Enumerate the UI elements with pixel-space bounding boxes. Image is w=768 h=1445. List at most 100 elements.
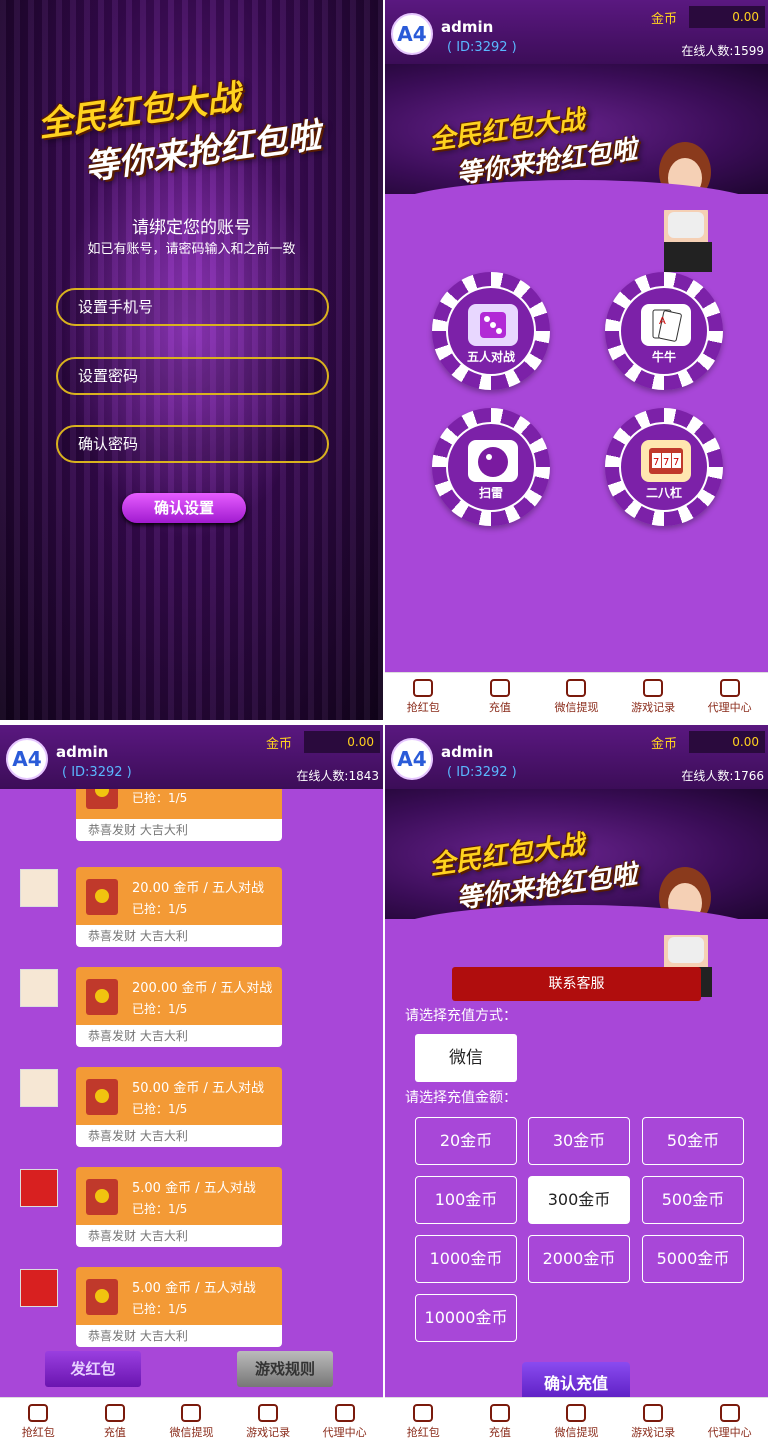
svg-text:7: 7 <box>653 457 659 468</box>
online-count: 在线人数:1843 <box>296 769 379 783</box>
nav-grab-redpacket[interactable]: 抢红包 <box>385 673 462 720</box>
nav-agent-center[interactable]: 代理中心 <box>306 1398 383 1445</box>
banner-logo: 全民红包大战 等你来抢红包啦 <box>427 104 640 190</box>
yen-ticket-icon <box>489 679 510 697</box>
send-redpacket-button[interactable]: 发红包 <box>45 1351 141 1387</box>
nav-grab-redpacket[interactable]: 抢红包 <box>385 1398 462 1445</box>
user-avatar <box>20 1069 58 1107</box>
nav-grab-redpacket[interactable]: 抢红包 <box>0 1398 77 1445</box>
bind-hint: 如已有账号，请密码输入和之前一致 <box>87 242 296 257</box>
bottom-nav: 抢红包 充值 微信提现 游戏记录 代理中心 <box>385 1397 768 1445</box>
grid-list-icon <box>643 1404 664 1422</box>
redpacket-item[interactable]: 5.00 金币 / 五人对战 已抢：1/5 恭喜发财 大吉大利 <box>76 1267 282 1347</box>
nav-game-records[interactable]: 游戏记录 <box>615 673 692 720</box>
username: admin <box>441 743 494 761</box>
grid-list-icon <box>258 1404 279 1422</box>
recharge-screen: A4 admin ( ID:3292 ) 金币 0.00 在线人数:1766 全… <box>385 725 768 1445</box>
amount-label: 请选择充值金额： <box>405 1090 517 1106</box>
game-tile-two-eight[interactable]: 777 二八杠 <box>605 408 723 526</box>
nav-recharge[interactable]: 充值 <box>462 673 539 720</box>
nav-agent-center[interactable]: 代理中心 <box>691 1398 768 1445</box>
redpacket-list-screen: 已抢：1/5 恭喜发财 大吉大利 20.00 金币 / 五人对战 已抢：1/5 恭… <box>0 725 383 1445</box>
crown-icon <box>334 1404 355 1422</box>
user-avatar <box>20 869 58 907</box>
redpacket-item[interactable]: 20.00 金币 / 五人对战 已抢：1/5 恭喜发财 大吉大利 <box>76 867 282 947</box>
online-count: 在线人数:1766 <box>681 769 764 783</box>
amount-option[interactable]: 1000金币 <box>415 1235 517 1283</box>
amount-option[interactable]: 100金币 <box>415 1176 517 1224</box>
contact-service-button[interactable]: 联系客服 <box>452 967 701 1001</box>
svg-text:7: 7 <box>663 457 669 468</box>
gift-box-icon <box>566 1404 587 1422</box>
redpacket-item[interactable]: 5.00 金币 / 五人对战 已抢：1/5 恭喜发财 大吉大利 <box>76 1167 282 1247</box>
bottom-nav: 抢红包 充值 微信提现 游戏记录 代理中心 <box>385 672 768 720</box>
password-field[interactable]: 设置密码 <box>56 357 329 395</box>
nav-wechat-withdraw[interactable]: 微信提现 <box>538 673 615 720</box>
money-bag-icon <box>413 1404 434 1422</box>
phone-field[interactable]: 设置手机号 <box>56 288 329 326</box>
amount-option[interactable]: 30金币 <box>528 1117 630 1165</box>
money-bag-icon <box>413 679 434 697</box>
amount-option[interactable]: 20金币 <box>415 1117 517 1165</box>
bind-account-screen: 全民红包大战 等你来抢红包啦 请绑定您的账号 如已有账号，请密码输入和之前一致 … <box>0 0 383 720</box>
nav-recharge[interactable]: 充值 <box>462 1398 539 1445</box>
svg-text:A: A <box>659 316 666 327</box>
banner-logo: 全民红包大战 等你来抢红包啦 <box>427 829 640 915</box>
yen-ticket-icon <box>489 1404 510 1422</box>
confirm-password-field[interactable]: 确认密码 <box>56 425 329 463</box>
coin-balance: 0.00 <box>304 731 380 753</box>
bind-title: 请绑定您的账号 <box>132 218 251 238</box>
game-lobby-screen: A4 admin ( ID:3292 ) 金币 0.00 在线人数:1599 全… <box>385 0 768 720</box>
nav-agent-center[interactable]: 代理中心 <box>691 673 768 720</box>
nav-wechat-withdraw[interactable]: 微信提现 <box>153 1398 230 1445</box>
game-tile-minesweeper[interactable]: 扫雷 <box>432 408 550 526</box>
coin-balance: 0.00 <box>689 6 765 28</box>
header-bar: A4 admin ( ID:3292 ) 金币 0.00 在线人数:1843 <box>0 725 383 789</box>
coin-label: 金币 <box>266 737 293 752</box>
gift-box-icon <box>566 679 587 697</box>
method-label: 请选择充值方式： <box>405 1008 517 1024</box>
crown-icon <box>719 679 740 697</box>
header-bar: A4 admin ( ID:3292 ) 金币 0.00 在线人数:1599 <box>385 0 768 64</box>
bottom-nav: 抢红包 充值 微信提现 游戏记录 代理中心 <box>0 1397 383 1445</box>
svg-text:7: 7 <box>673 457 679 468</box>
redpacket-item[interactable]: 200.00 金币 / 五人对战 已抢：1/5 恭喜发财 大吉大利 <box>76 967 282 1047</box>
redpacket-item[interactable]: 已抢：1/5 恭喜发财 大吉大利 <box>76 773 282 865</box>
bomb-ball-icon <box>468 440 518 482</box>
amount-option[interactable]: 10000金币 <box>415 1294 517 1342</box>
username: admin <box>56 743 109 761</box>
confirm-setup-button[interactable]: 确认设置 <box>122 493 246 523</box>
coin-label: 金币 <box>651 12 678 27</box>
promo-banner: 全民红包大战 等你来抢红包啦 <box>385 789 768 997</box>
slot-machine-icon: 777 <box>641 440 691 482</box>
user-avatar <box>20 1169 58 1207</box>
nav-wechat-withdraw[interactable]: 微信提现 <box>538 1398 615 1445</box>
amount-option-selected[interactable]: 300金币 <box>528 1176 630 1224</box>
amount-option[interactable]: 500金币 <box>642 1176 744 1224</box>
coin-balance: 0.00 <box>689 731 765 753</box>
avatar[interactable]: A4 <box>391 13 433 55</box>
yen-ticket-icon <box>104 1404 125 1422</box>
game-rules-button[interactable]: 游戏规则 <box>237 1351 333 1387</box>
redpacket-item[interactable]: 50.00 金币 / 五人对战 已抢：1/5 恭喜发财 大吉大利 <box>76 1067 282 1147</box>
nav-game-records[interactable]: 游戏记录 <box>230 1398 307 1445</box>
screenshot-grid: 全民红包大战 等你来抢红包啦 请绑定您的账号 如已有账号，请密码输入和之前一致 … <box>0 0 768 1445</box>
nav-game-records[interactable]: 游戏记录 <box>615 1398 692 1445</box>
playing-cards-icon: A <box>641 304 691 346</box>
amount-option[interactable]: 2000金币 <box>528 1235 630 1283</box>
confirm-recharge-button[interactable]: 确认充值 <box>522 1362 630 1402</box>
wechat-pay-option[interactable]: 微信 <box>415 1034 517 1082</box>
dice-icon <box>468 304 518 346</box>
promo-banner: 全民红包大战 等你来抢红包啦 <box>385 64 768 272</box>
user-id: ( ID:3292 ) <box>447 40 517 55</box>
amount-option[interactable]: 50金币 <box>642 1117 744 1165</box>
game-tile-niuniu[interactable]: A 牛牛 <box>605 272 723 390</box>
amount-option[interactable]: 5000金币 <box>642 1235 744 1283</box>
user-id: ( ID:3292 ) <box>447 765 517 780</box>
avatar[interactable]: A4 <box>6 738 48 780</box>
avatar[interactable]: A4 <box>391 738 433 780</box>
crown-icon <box>719 1404 740 1422</box>
game-tile-five-player[interactable]: 五人对战 <box>432 272 550 390</box>
header-bar: A4 admin ( ID:3292 ) 金币 0.00 在线人数:1766 <box>385 725 768 789</box>
nav-recharge[interactable]: 充值 <box>77 1398 154 1445</box>
